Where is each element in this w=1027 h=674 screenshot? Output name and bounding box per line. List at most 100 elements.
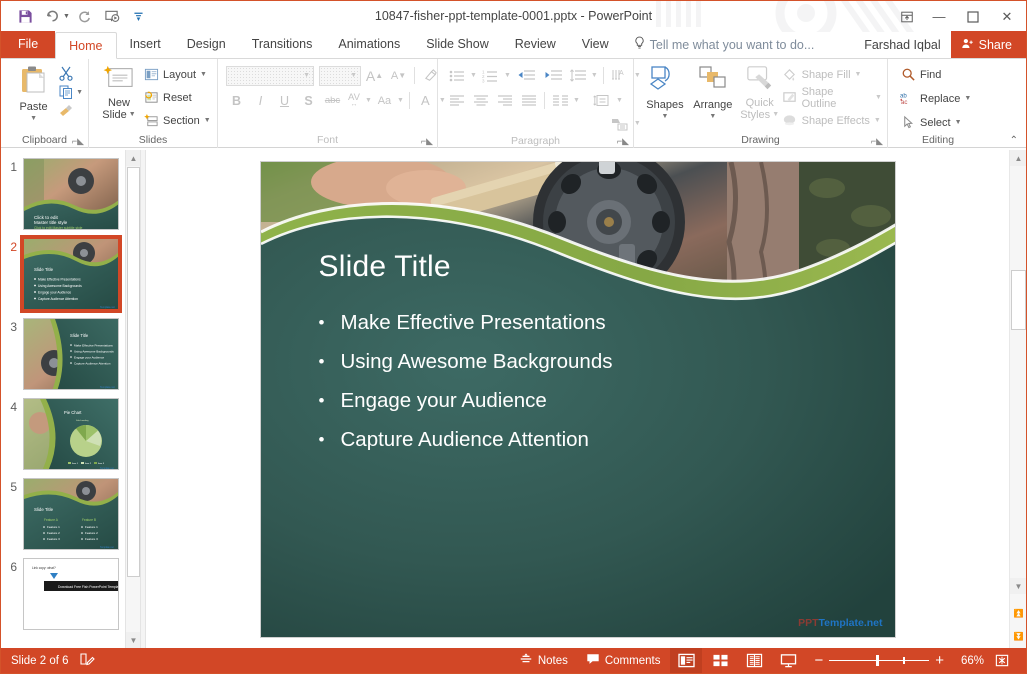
zoom-out-button[interactable]: − bbox=[814, 652, 823, 669]
arrange-dropdown-icon[interactable]: ▼ bbox=[709, 111, 716, 123]
numbering-dropdown-icon[interactable]: ▼ bbox=[504, 72, 511, 79]
thumbnail-preview[interactable]: Link copy: what? Download Free Fish Powe… bbox=[23, 558, 119, 630]
tab-design[interactable]: Design bbox=[174, 31, 239, 58]
tell-me-search[interactable]: Tell me what you want to do... bbox=[634, 31, 815, 58]
reset-button[interactable]: Reset bbox=[143, 87, 211, 108]
tab-view[interactable]: View bbox=[569, 31, 622, 58]
tab-slide-show[interactable]: Slide Show bbox=[413, 31, 502, 58]
slide-sorter-button[interactable] bbox=[704, 648, 736, 673]
paste-dropdown-icon[interactable]: ▼ bbox=[30, 113, 37, 125]
shape-outline-button[interactable]: Shape Outline ▼ bbox=[782, 87, 882, 108]
ribbon-display-options-icon[interactable] bbox=[892, 2, 922, 31]
numbering-button[interactable]: 123 bbox=[480, 65, 501, 86]
thumbnail-preview[interactable]: Pie Chart Sub-heading Item 1 Item 2 Item… bbox=[23, 398, 119, 470]
thumbnail-preview[interactable]: Slide Title Feature A Feature B Feature … bbox=[23, 478, 119, 550]
thumbnail-item-3[interactable]: 3 Slide Title Make Effective Presentatio… bbox=[1, 310, 140, 390]
thumbnail-item-2[interactable]: 2 Slide Title Make Effective Presentatio… bbox=[1, 230, 140, 310]
character-spacing-button[interactable]: AV↔ bbox=[346, 90, 362, 111]
align-text-button[interactable] bbox=[591, 90, 613, 111]
thumbnail-scroll-up-button[interactable]: ▲ bbox=[126, 150, 140, 166]
thumbnail-item-6[interactable]: 6 Link copy: what? Download Free Fish Po… bbox=[1, 550, 140, 630]
normal-view-button[interactable] bbox=[670, 648, 702, 673]
thumbnail-item-1[interactable]: 1 Click to edit Master title style bbox=[1, 150, 140, 230]
new-slide-dropdown-icon[interactable]: ▼ bbox=[129, 109, 136, 121]
notes-page-icon[interactable] bbox=[79, 651, 95, 670]
tab-review[interactable]: Review bbox=[502, 31, 569, 58]
new-slide-button[interactable]: New Slide ▼ bbox=[95, 62, 143, 121]
scroll-up-button[interactable]: ▲ bbox=[1010, 150, 1027, 166]
quick-styles-button[interactable]: Quick Styles ▼ bbox=[738, 62, 782, 121]
slide-edit-pane[interactable]: Slide Title • Make Effective Presentatio… bbox=[146, 150, 1009, 648]
drawing-dialog-launcher-icon[interactable]: ⌐◣ bbox=[871, 134, 883, 148]
slide-counter[interactable]: Slide 2 of 6 bbox=[11, 655, 69, 667]
maximize-button[interactable] bbox=[956, 2, 990, 31]
increase-indent-button[interactable] bbox=[541, 65, 565, 86]
paste-button[interactable]: Paste ▼ bbox=[9, 62, 58, 125]
select-button[interactable]: Select ▼ bbox=[900, 112, 971, 133]
replace-button[interactable]: abac Replace ▼ bbox=[900, 88, 971, 109]
zoom-slider-track[interactable] bbox=[829, 660, 929, 662]
start-slideshow-icon[interactable] bbox=[100, 6, 124, 28]
shape-fill-dropdown-icon[interactable]: ▼ bbox=[855, 71, 862, 78]
thumbnail-preview[interactable]: Slide Title Make Effective Presentations… bbox=[23, 318, 119, 390]
slide-scrollbar[interactable]: ▲ ▼ ⏫ ⏬ bbox=[1009, 150, 1026, 648]
cut-icon[interactable] bbox=[58, 65, 74, 81]
shape-effects-button[interactable]: Shape Effects ▼ bbox=[782, 110, 882, 131]
select-dropdown-icon[interactable]: ▼ bbox=[955, 119, 962, 126]
font-size-input[interactable]: ▼ bbox=[319, 66, 361, 86]
quick-styles-dropdown-icon[interactable]: ▼ bbox=[772, 109, 779, 121]
undo-dropdown-icon[interactable]: ▼ bbox=[63, 13, 70, 20]
close-button[interactable]: ✕ bbox=[990, 2, 1024, 31]
zoom-slider-handle[interactable] bbox=[876, 655, 879, 666]
zoom-in-button[interactable]: + bbox=[935, 652, 944, 669]
line-spacing-button[interactable] bbox=[568, 65, 588, 86]
scroll-down-button[interactable]: ▼ bbox=[1010, 578, 1027, 594]
align-text-dropdown-icon[interactable]: ▼ bbox=[616, 97, 623, 104]
columns-dropdown-icon[interactable]: ▼ bbox=[573, 97, 580, 104]
clipboard-dialog-launcher-icon[interactable]: ⌐◣ bbox=[72, 134, 84, 148]
slideshow-button[interactable] bbox=[772, 648, 804, 673]
shape-outline-dropdown-icon[interactable]: ▼ bbox=[875, 94, 882, 101]
thumbnail-preview[interactable]: Click to edit Master title style Click t… bbox=[23, 158, 119, 230]
tab-file[interactable]: File bbox=[1, 31, 55, 58]
columns-button[interactable] bbox=[550, 90, 570, 111]
format-painter-icon[interactable] bbox=[58, 103, 74, 119]
line-spacing-dropdown-icon[interactable]: ▼ bbox=[591, 72, 598, 79]
decrease-indent-button[interactable] bbox=[514, 65, 538, 86]
thumbnail-scrollbar[interactable]: ▲ ▼ bbox=[125, 150, 140, 648]
tab-animations[interactable]: Animations bbox=[325, 31, 413, 58]
align-right-button[interactable] bbox=[494, 90, 515, 111]
increase-font-size-button[interactable]: A▲ bbox=[364, 65, 385, 86]
tab-insert[interactable]: Insert bbox=[117, 31, 174, 58]
minimize-button[interactable]: — bbox=[922, 2, 956, 31]
convert-to-smartart-button[interactable] bbox=[609, 113, 631, 134]
thumbnail-preview[interactable]: Slide Title Make Effective Presentations… bbox=[23, 238, 119, 310]
redo-icon[interactable] bbox=[73, 6, 97, 28]
shapes-dropdown-icon[interactable]: ▼ bbox=[661, 111, 668, 123]
collapse-ribbon-icon[interactable]: ⌃ bbox=[1010, 134, 1018, 148]
tab-home[interactable]: Home bbox=[55, 32, 116, 59]
comments-button[interactable]: Comments bbox=[578, 648, 669, 673]
underline-button[interactable]: U bbox=[274, 90, 295, 111]
layout-dropdown-icon[interactable]: ▼ bbox=[200, 71, 207, 78]
text-shadow-button[interactable]: S bbox=[298, 90, 319, 111]
previous-slide-button[interactable]: ⏫ bbox=[1010, 605, 1027, 621]
shapes-button[interactable]: Shapes ▼ bbox=[642, 62, 688, 123]
copy-dropdown-icon[interactable]: ▼ bbox=[76, 89, 83, 96]
section-dropdown-icon[interactable]: ▼ bbox=[204, 117, 211, 124]
bold-button[interactable]: B bbox=[226, 90, 247, 111]
strikethrough-button[interactable]: abc bbox=[322, 90, 343, 111]
section-button[interactable]: Section ▼ bbox=[143, 110, 211, 131]
replace-dropdown-icon[interactable]: ▼ bbox=[964, 95, 971, 102]
notes-button[interactable]: Notes bbox=[511, 648, 576, 673]
layout-button[interactable]: Layout ▼ bbox=[143, 64, 211, 85]
bullets-button[interactable] bbox=[446, 65, 467, 86]
justify-button[interactable] bbox=[518, 90, 539, 111]
align-center-button[interactable] bbox=[470, 90, 491, 111]
arrange-button[interactable]: Arrange ▼ bbox=[688, 62, 738, 123]
decrease-font-size-button[interactable]: A▼ bbox=[388, 65, 409, 86]
slide-title[interactable]: Slide Title bbox=[319, 250, 451, 284]
tab-transitions[interactable]: Transitions bbox=[239, 31, 326, 58]
text-direction-button[interactable]: A bbox=[609, 65, 631, 86]
slide-bullet-list[interactable]: • Make Effective Presentations • Using A… bbox=[319, 310, 839, 466]
